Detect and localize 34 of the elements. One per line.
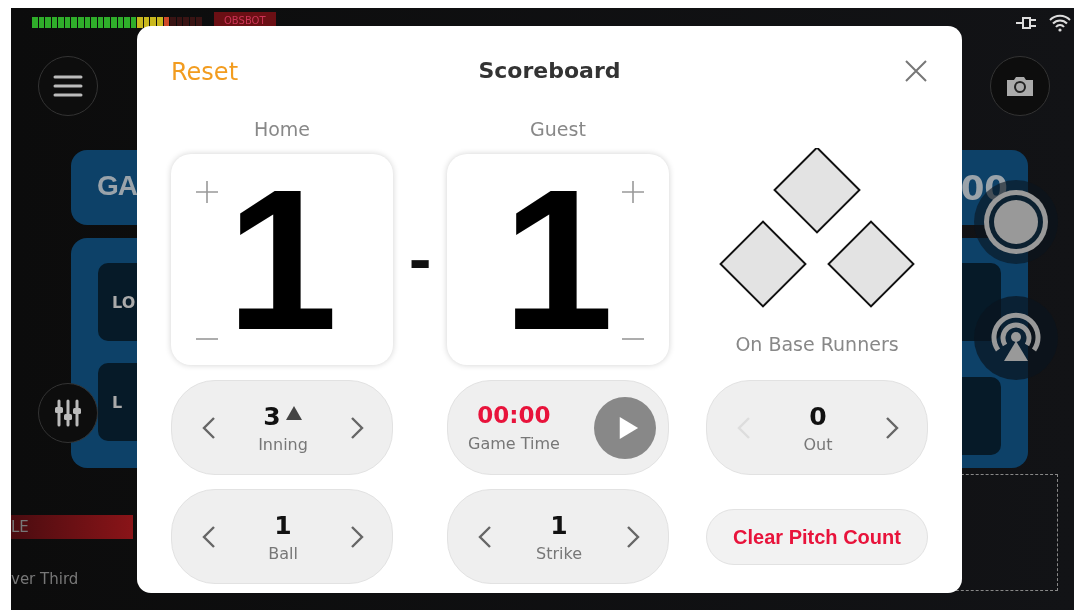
inning-label: Inning xyxy=(258,434,308,454)
lower-third-label: ver Third xyxy=(11,570,79,588)
next-button[interactable] xyxy=(885,415,899,440)
clear-pitch-count-button[interactable]: Clear Pitch Count xyxy=(706,509,928,565)
score-value: 1 xyxy=(502,159,614,360)
camera-icon xyxy=(1005,74,1035,98)
wifi-icon xyxy=(1049,14,1071,32)
ball-label: Ball xyxy=(268,543,298,563)
game-time-label: Game Time xyxy=(468,434,560,453)
dialog-title: Scoreboard xyxy=(478,57,621,83)
next-button[interactable] xyxy=(350,415,364,440)
out-label: Out xyxy=(803,434,833,454)
previous-button[interactable] xyxy=(202,415,216,440)
team-label: Home xyxy=(252,118,312,142)
team-label: Guest xyxy=(529,118,587,142)
game-time-value: 00:00 xyxy=(477,402,551,428)
inning-value: 3 xyxy=(263,401,281,431)
sliders-icon xyxy=(53,398,83,428)
previous-button[interactable] xyxy=(202,524,216,549)
title-text: GA xyxy=(97,170,137,202)
previous-button[interactable] xyxy=(478,524,492,549)
next-button[interactable] xyxy=(350,524,364,549)
score-separator: - xyxy=(407,227,433,293)
bases-label: On Base Runners xyxy=(735,333,899,355)
score-value: 1 xyxy=(226,159,338,360)
out-value: 0 xyxy=(809,401,827,431)
strike-value: 1 xyxy=(550,510,568,540)
strike-label: Strike xyxy=(536,543,582,563)
reset-button[interactable]: Reset xyxy=(171,58,291,86)
lower-third-bar: LE xyxy=(11,515,133,539)
ball-value: 1 xyxy=(274,510,292,540)
next-button[interactable] xyxy=(626,524,640,549)
close-icon xyxy=(904,59,928,83)
menu-icon xyxy=(53,74,83,98)
